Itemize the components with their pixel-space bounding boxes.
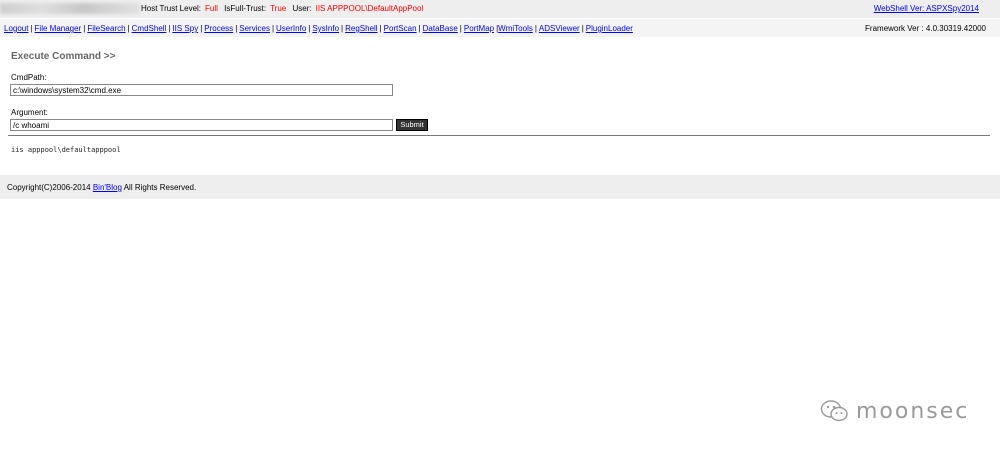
nav-userinfo[interactable]: UserInfo: [276, 24, 306, 33]
user-value: IIS APPPOOL\DefaultAppPool: [315, 4, 424, 13]
trust-level-label: Host Trust Level:: [141, 4, 202, 13]
blog-link[interactable]: Bin'Blog: [93, 183, 122, 192]
watermark: moonsec: [820, 396, 969, 426]
argument-label: Argument:: [11, 108, 48, 117]
framework-version: Framework Ver : 4.0.30319.42000: [865, 24, 986, 33]
nav-logout[interactable]: Logout: [4, 24, 28, 33]
nav-portmap[interactable]: PortMap: [464, 24, 494, 33]
divider: [8, 135, 990, 136]
wechat-icon: [820, 400, 848, 422]
nav-bar: Logout | File Manager | FileSearch | CmdShell |…: [0, 19, 1000, 37]
page-title: Execute Command >>: [11, 51, 116, 62]
nav-process[interactable]: Process: [204, 24, 233, 33]
nav-database[interactable]: DataBase: [423, 24, 458, 33]
top-status-bar: Host Trust Level: Full IsFull-Trust: True …: [0, 0, 1000, 19]
nav-regshell[interactable]: RegShell: [345, 24, 377, 33]
nav-filesearch[interactable]: FileSearch: [87, 24, 125, 33]
full-trust-label: IsFull-Trust:: [224, 4, 267, 13]
nav-links: Logout | File Manager | FileSearch | CmdShell |…: [4, 24, 633, 33]
nav-wmitools[interactable]: WmiTools: [498, 24, 533, 33]
nav-cmdshell[interactable]: CmdShell: [132, 24, 167, 33]
nav-services[interactable]: Services: [239, 24, 270, 33]
argument-input[interactable]: [10, 119, 393, 131]
full-trust-value: True: [270, 4, 287, 13]
copyright-suffix: All Rights Reserved.: [121, 183, 197, 192]
user-label: User:: [292, 4, 312, 13]
copyright-text: Copyright(C)2006-2014 Bin'Blog All Right…: [7, 183, 196, 192]
trust-info: Host Trust Level: Full IsFull-Trust: True …: [141, 4, 427, 13]
command-output: iis apppool\defaultapppool: [11, 146, 121, 154]
cmdpath-input[interactable]: [10, 84, 393, 96]
webshell-version-link[interactable]: WebShell Ver: ASPXSpy2014: [874, 4, 979, 13]
nav-sysinfo[interactable]: SysInfo: [312, 24, 339, 33]
trust-level-value: Full: [205, 4, 218, 13]
nav-iis-spy[interactable]: IIS Spy: [172, 24, 198, 33]
blurred-hostname: [0, 3, 140, 14]
submit-button[interactable]: Submit: [396, 119, 428, 131]
cmdpath-label: CmdPath:: [11, 73, 47, 82]
watermark-text: moonsec: [856, 398, 970, 424]
nav-portscan[interactable]: PortScan: [384, 24, 417, 33]
footer: Copyright(C)2006-2014 Bin'Blog All Right…: [0, 175, 1000, 199]
nav-adsviewer[interactable]: ADSViewer: [539, 24, 580, 33]
nav-file-manager[interactable]: File Manager: [35, 24, 82, 33]
nav-pluginloader[interactable]: PluginLoader: [586, 24, 633, 33]
copyright-prefix: Copyright(C)2006-2014: [7, 183, 93, 192]
